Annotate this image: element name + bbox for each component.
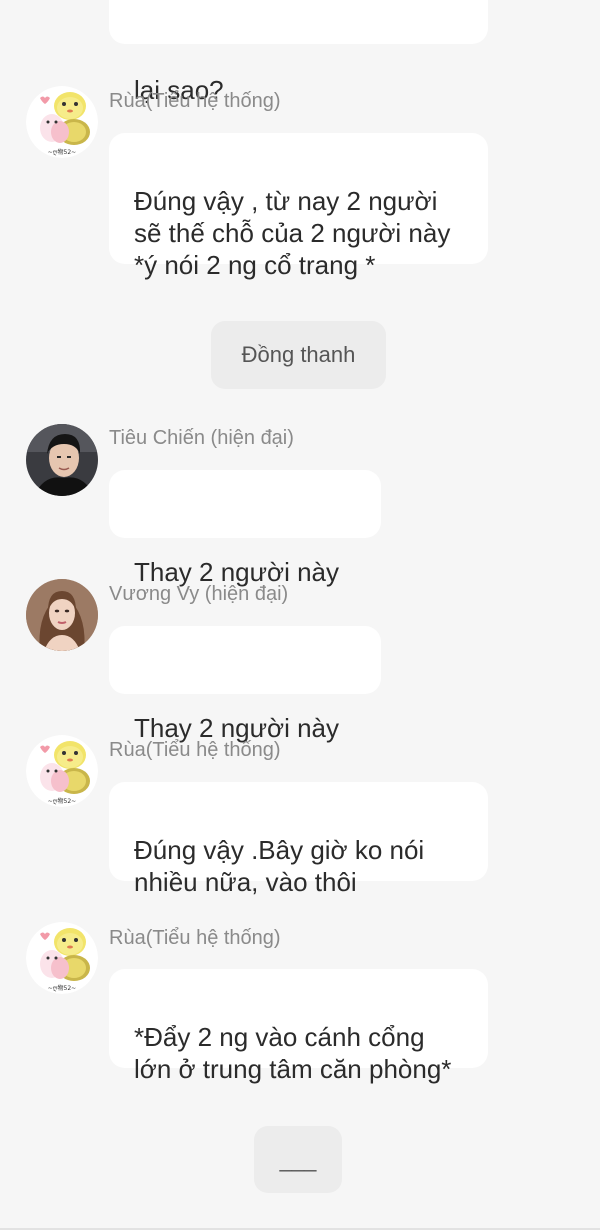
avatar-caption: ~ღ物52~	[48, 148, 76, 156]
message-bubble: *Đẩy 2 ng vào cánh cổng lớn ở trung tâm …	[109, 969, 488, 1084]
system-message: Đồng thanh	[211, 321, 386, 389]
message-bubble: lại sao?	[109, 0, 488, 105]
message-bubble: Thay 2 người này á	[109, 470, 381, 655]
sender-name: Vương Vy (hiện đại)	[109, 583, 289, 605]
turtle-avatar[interactable]: ~ღ物52~	[26, 735, 98, 807]
message-text: Đúng vậy , từ nay 2 người sẽ thế chỗ của…	[134, 186, 451, 280]
chat-area[interactable]: lại sao? ~ღ物52~ Rùa(Tiểu hệ thống) Đúng …	[0, 0, 600, 1230]
message-bubble: Đúng vậy .Bây giờ ko nói nhiều nữa, vào …	[109, 782, 488, 897]
sender-name: Rùa(Tiểu hệ thống)	[109, 90, 281, 112]
avatar-caption: ~ღ物52~	[48, 797, 76, 805]
turtle-avatar[interactable]: ~ღ物52~	[26, 922, 98, 994]
sender-name: Rùa(Tiểu hệ thống)	[109, 739, 281, 761]
tieu-chien-avatar[interactable]	[26, 424, 98, 496]
vuong-vy-avatar[interactable]	[26, 579, 98, 651]
message-text: *Đẩy 2 ng vào cánh cổng lớn ở trung tâm …	[134, 1022, 452, 1084]
message-bubble: Đúng vậy , từ nay 2 người sẽ thế chỗ của…	[109, 133, 488, 280]
sender-name: Rùa(Tiểu hệ thống)	[109, 927, 281, 949]
system-text: ___	[279, 1147, 317, 1172]
message-text: Đúng vậy .Bây giờ ko nói nhiều nữa, vào …	[134, 835, 425, 897]
system-text: Đồng thanh	[241, 342, 356, 367]
sender-name: Tiêu Chiến (hiện đại)	[109, 427, 294, 449]
message-bubble: Thay 2 người này á	[109, 626, 381, 811]
turtle-avatar[interactable]: ~ღ物52~	[26, 86, 98, 158]
avatar-caption: ~ღ物52~	[48, 984, 76, 992]
system-message: ___	[254, 1126, 342, 1193]
